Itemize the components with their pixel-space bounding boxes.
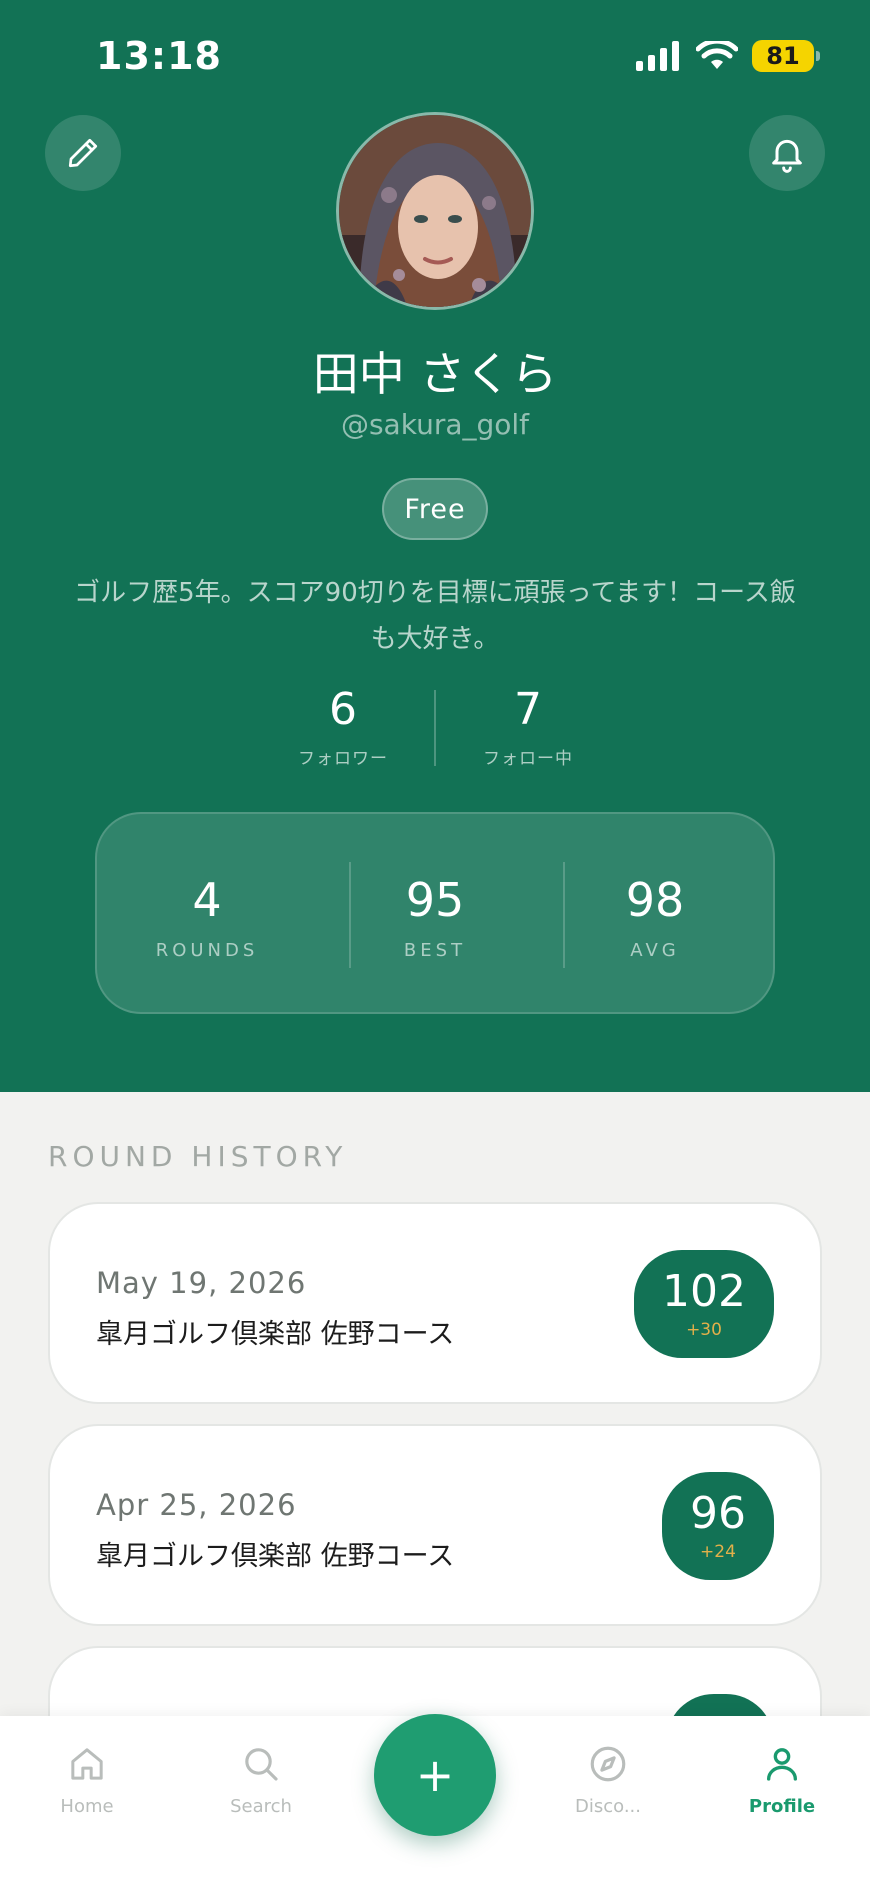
pencil-icon: [68, 138, 98, 168]
user-handle: @sakura_golf: [340, 408, 530, 441]
followers-stat[interactable]: 6 フォロワー: [243, 684, 443, 769]
tab-profile[interactable]: Profile: [712, 1740, 852, 1817]
status-icons: 81: [636, 40, 820, 72]
stat-avg: 98 AVG: [575, 874, 735, 961]
round-card[interactable]: Apr 25, 2026 皐月ゴルフ倶楽部 佐野コース 96 +24: [48, 1424, 822, 1626]
add-round-button[interactable]: +: [374, 1714, 496, 1836]
round-card[interactable]: May 19, 2026 皐月ゴルフ倶楽部 佐野コース 102 +30: [48, 1202, 822, 1404]
score-value: 102: [662, 1266, 746, 1317]
stat-value: 4: [192, 873, 222, 927]
score-badge: 102 +30: [634, 1250, 774, 1358]
search-icon: [245, 1748, 278, 1781]
compass-icon: [590, 1746, 626, 1782]
following-label: フォロー中: [483, 749, 573, 769]
following-count: 7: [514, 684, 542, 735]
user-name: 田中 さくら: [312, 347, 558, 401]
person-icon: [767, 1748, 797, 1781]
stat-rounds: 4 ROUNDS: [107, 874, 307, 961]
stat-label: BEST: [403, 940, 467, 961]
followers-count: 6: [329, 684, 357, 735]
battery-level: 81: [766, 42, 800, 70]
stat-label: ROUNDS: [155, 940, 259, 961]
stats-card: 4 ROUNDS 95 BEST 98 AVG: [95, 812, 775, 1014]
stat-best: 95 BEST: [357, 874, 513, 961]
stat-value: 98: [625, 873, 685, 927]
battery-indicator: 81: [752, 40, 820, 72]
following-stat[interactable]: 7 フォロー中: [428, 684, 628, 769]
round-date: Apr 25, 2026: [96, 1488, 297, 1522]
score-value: 96: [690, 1488, 746, 1539]
tab-home[interactable]: Home: [17, 1740, 157, 1817]
round-course: 皐月ゴルフ倶楽部 佐野コース: [96, 1319, 455, 1350]
edit-profile-button[interactable]: [45, 115, 121, 191]
stat-divider: [563, 862, 565, 968]
score-diff: +30: [686, 1320, 722, 1340]
home-icon: [71, 1748, 103, 1780]
tab-discover[interactable]: Disco...: [538, 1740, 678, 1817]
stat-label: AVG: [630, 940, 680, 961]
wifi-icon: [696, 41, 738, 69]
notifications-button[interactable]: [749, 115, 825, 191]
avatar-photo: [339, 115, 531, 307]
stat-divider: [349, 862, 351, 968]
tab-search[interactable]: Search: [191, 1740, 331, 1817]
stat-value: 95: [405, 873, 465, 927]
bell-icon: [772, 139, 802, 173]
status-bar: 13:18 81: [0, 0, 870, 110]
score-diff: +24: [700, 1542, 736, 1562]
profile-header: 13:18 81 田中 さくら @sakura_golf Free ゴルフ歴5年…: [0, 0, 870, 1092]
status-time: 13:18: [96, 34, 222, 78]
cellular-signal-icon: [636, 41, 679, 71]
plan-badge: Free: [382, 478, 488, 540]
tab-label: Profile: [748, 1796, 816, 1817]
tab-label: Search: [230, 1796, 292, 1817]
score-badge: 96 +24: [662, 1472, 774, 1580]
round-history-title: ROUND HISTORY: [48, 1140, 348, 1173]
user-bio: ゴルフ歴5年。スコア90切りを目標に頑張ってます！コース飯も大好き。: [74, 578, 796, 654]
avatar[interactable]: [336, 112, 534, 310]
round-course: 皐月ゴルフ倶楽部 佐野コース: [96, 1541, 455, 1572]
round-date: May 19, 2026: [96, 1266, 307, 1300]
followers-label: フォロワー: [298, 749, 388, 769]
tab-label: Disco...: [575, 1796, 641, 1817]
tab-label: Home: [60, 1796, 114, 1817]
